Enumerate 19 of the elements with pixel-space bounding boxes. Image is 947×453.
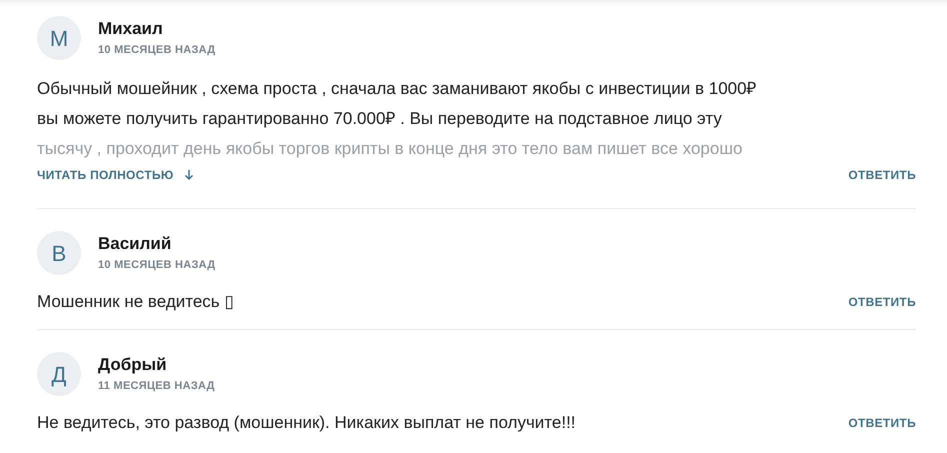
arrow-down-icon: [184, 169, 194, 181]
avatar: М: [37, 16, 81, 60]
comment-time: 11 МЕСЯЦЕВ НАЗАД: [98, 379, 215, 394]
comment-text-line: вы можете получить гарантированно 70.000₽ . Вы переводите на подставное лицо эту: [37, 108, 723, 130]
author-name: Михаил: [98, 18, 164, 40]
comment-text-line: Не ведитесь, это развод (мошенник). Никаких выплат не получите!!!: [37, 412, 576, 434]
avatar: В: [37, 231, 81, 275]
read-more-button[interactable]: ЧИТАТЬ ПОЛНОСТЬЮ: [37, 166, 194, 184]
reply-button[interactable]: ОТВЕТИТЬ: [848, 293, 916, 311]
author-name: Добрый: [98, 354, 168, 376]
comment-time: 10 МЕСЯЦЕВ НАЗАД: [98, 43, 216, 58]
comment-text-line: Обычный мошейник , схема проста , сначала вас заманивают якобы с инвестиции в 1000₽: [37, 78, 758, 100]
comment-time: 10 МЕСЯЦЕВ НАЗАД: [98, 258, 216, 273]
reply-button[interactable]: ОТВЕТИТЬ: [848, 166, 916, 184]
author-name: Василий: [98, 233, 172, 255]
avatar: Д: [37, 352, 81, 396]
comment-text-line: тысячу , проходит день якобы торгов крипты в конце дня это тело вам пишет все хорошо: [37, 138, 744, 160]
comment-text-line: Мошенник не ведитесь ▯: [37, 291, 234, 313]
reply-button[interactable]: ОТВЕТИТЬ: [848, 414, 916, 432]
